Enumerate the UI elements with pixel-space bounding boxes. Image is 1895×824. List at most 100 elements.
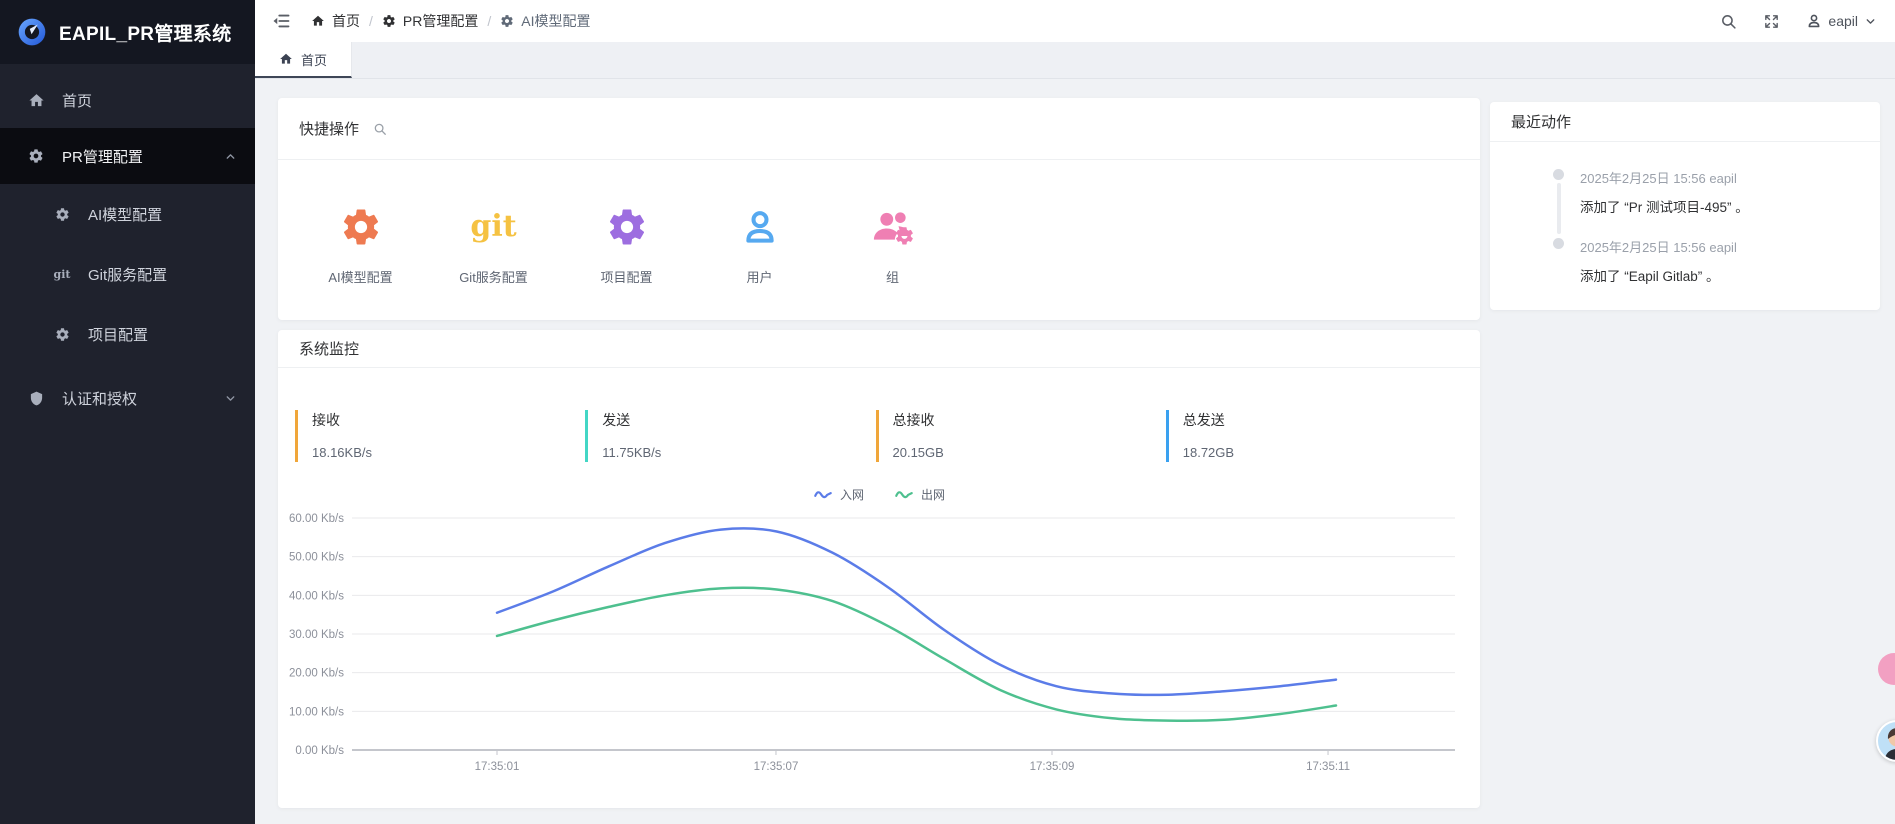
timeline-item: 2025年2月25日 15:56 eapil 添加了 “Eapil Gitlab… xyxy=(1580,237,1862,285)
svg-text:0.00 Kb/s: 0.00 Kb/s xyxy=(295,745,344,757)
stat-total-receive: 总接收 20.15GB xyxy=(876,410,1166,462)
sidebar-item-label: Git服务配置 xyxy=(88,264,167,285)
users-icon xyxy=(826,205,959,249)
breadcrumb-label: PR管理配置 xyxy=(403,11,478,31)
sidebar-item-auth[interactable]: 认证和授权 xyxy=(0,370,255,426)
avatar xyxy=(1878,722,1895,760)
stat-value: 18.72GB xyxy=(1183,445,1456,460)
breadcrumb-home[interactable]: 首页 xyxy=(311,11,360,31)
legend-label: 入网 xyxy=(840,486,864,503)
stat-label: 接收 xyxy=(312,410,585,430)
user-icon xyxy=(693,205,826,249)
user-icon xyxy=(1806,13,1822,29)
legend-label: 出网 xyxy=(921,486,945,503)
sidebar-menu: 首页 PR管理配置 AI模型配置 git Git服务配置 项目配置 认证和授权 xyxy=(0,64,255,426)
git-icon: git xyxy=(427,205,560,249)
activity-timeline: 2025年2月25日 15:56 eapil 添加了 “Pr 测试项目-495”… xyxy=(1490,142,1880,285)
sidebar: EAPIL_PR管理系统 首页 PR管理配置 AI模型配置 git Git服务配… xyxy=(0,0,255,824)
stat-value: 20.15GB xyxy=(893,445,1166,460)
stat-label: 发送 xyxy=(602,410,875,430)
svg-text:17:35:07: 17:35:07 xyxy=(754,761,799,773)
home-icon xyxy=(26,92,46,109)
card-title: 快捷操作 xyxy=(299,118,359,139)
home-icon xyxy=(279,52,293,66)
breadcrumb-ai-model-config: AI模型配置 xyxy=(500,11,590,31)
shield-icon xyxy=(26,391,46,406)
timeline-text: 添加了 “Pr 测试项目-495” 。 xyxy=(1580,196,1862,216)
recent-actions-card: 最近动作 2025年2月25日 15:56 eapil 添加了 “Pr 测试项目… xyxy=(1490,102,1880,310)
sidebar-item-project-config[interactable]: 项目配置 xyxy=(0,304,255,364)
search-icon[interactable] xyxy=(373,122,387,136)
breadcrumb-label: AI模型配置 xyxy=(521,11,590,31)
home-icon xyxy=(311,14,325,28)
shortcut-project-config[interactable]: 项目配置 xyxy=(560,205,693,286)
sidebar-item-label: 首页 xyxy=(62,90,92,111)
svg-text:30.00 Kb/s: 30.00 Kb/s xyxy=(289,629,344,641)
main-content: 快捷操作 AI模型配置 git Git服务配置 项目配置 用户 组 xyxy=(255,79,1895,824)
tab-home[interactable]: 首页 xyxy=(255,42,352,78)
shortcut-git-service-config[interactable]: git Git服务配置 xyxy=(427,205,560,286)
svg-text:20.00 Kb/s: 20.00 Kb/s xyxy=(289,668,344,680)
sidebar-item-git-service-config[interactable]: git Git服务配置 xyxy=(0,244,255,304)
network-stats: 接收 18.16KB/s 发送 11.75KB/s 总接收 20.15GB 总发… xyxy=(278,368,1480,462)
svg-text:17:35:09: 17:35:09 xyxy=(1030,761,1075,773)
timeline-time: 2025年2月25日 15:56 eapil xyxy=(1580,168,1862,187)
stat-receive: 接收 18.16KB/s xyxy=(295,410,585,462)
gear-icon xyxy=(500,14,514,28)
sidebar-item-ai-model-config[interactable]: AI模型配置 xyxy=(0,184,255,244)
legend-item-in[interactable]: 入网 xyxy=(813,486,864,503)
shortcut-label: AI模型配置 xyxy=(294,267,427,286)
timeline-time: 2025年2月25日 15:56 eapil xyxy=(1580,237,1862,256)
wave-icon xyxy=(894,488,914,501)
gear-icon xyxy=(560,205,693,249)
breadcrumb-separator: / xyxy=(369,13,373,29)
sidebar-item-pr-config[interactable]: PR管理配置 xyxy=(0,128,255,184)
system-monitor-header: 系统监控 xyxy=(278,330,1480,368)
svg-text:60.00 Kb/s: 60.00 Kb/s xyxy=(289,513,344,525)
svg-text:10.00 Kb/s: 10.00 Kb/s xyxy=(289,706,344,718)
legend-item-out[interactable]: 出网 xyxy=(894,486,945,503)
quick-actions-header: 快捷操作 xyxy=(278,98,1480,160)
fullscreen-icon[interactable] xyxy=(1763,13,1780,30)
shortcut-label: 组 xyxy=(826,267,959,286)
card-title: 系统监控 xyxy=(299,338,359,359)
shortcut-label: 项目配置 xyxy=(560,267,693,286)
sidebar-item-home[interactable]: 首页 xyxy=(0,72,255,128)
shortcut-groups[interactable]: 组 xyxy=(826,205,959,286)
stat-label: 总发送 xyxy=(1183,410,1456,430)
git-icon: git xyxy=(52,268,72,281)
sidebar-item-label: PR管理配置 xyxy=(62,146,143,167)
shortcut-ai-model-config[interactable]: AI模型配置 xyxy=(294,205,427,286)
breadcrumb-pr-config[interactable]: PR管理配置 xyxy=(382,11,478,31)
sidebar-item-label: 项目配置 xyxy=(88,324,148,345)
timeline-connector xyxy=(1557,183,1561,234)
topbar-actions: eapil xyxy=(1720,13,1877,30)
timeline-dot xyxy=(1553,238,1564,249)
app-logo-icon xyxy=(16,16,48,48)
gear-icon xyxy=(294,205,427,249)
app-logo-row[interactable]: EAPIL_PR管理系统 xyxy=(0,0,255,64)
gear-icon xyxy=(52,327,72,342)
timeline-dot xyxy=(1553,169,1564,180)
gear-icon xyxy=(26,148,46,164)
stat-label: 总接收 xyxy=(893,410,1166,430)
chevron-up-icon xyxy=(224,150,237,163)
sidebar-item-label: AI模型配置 xyxy=(88,204,162,225)
breadcrumb-label: 首页 xyxy=(332,11,360,31)
shortcut-users[interactable]: 用户 xyxy=(693,205,826,286)
sidebar-toggle-icon[interactable] xyxy=(271,11,291,31)
stat-total-send: 总发送 18.72GB xyxy=(1166,410,1456,462)
system-monitor-card: 系统监控 接收 18.16KB/s 发送 11.75KB/s 总接收 20.15… xyxy=(278,330,1480,808)
svg-text:17:35:11: 17:35:11 xyxy=(1306,761,1350,773)
chevron-down-icon xyxy=(1864,15,1877,28)
topbar: 首页 / PR管理配置 / AI模型配置 eapil xyxy=(255,0,1895,42)
shortcut-label: Git服务配置 xyxy=(427,267,560,286)
search-icon[interactable] xyxy=(1720,13,1737,30)
stat-value: 11.75KB/s xyxy=(602,445,875,460)
sidebar-item-label: 认证和授权 xyxy=(62,388,137,409)
network-line-chart: 0.00 Kb/s10.00 Kb/s20.00 Kb/s30.00 Kb/s4… xyxy=(278,502,1480,802)
card-title: 最近动作 xyxy=(1511,111,1571,132)
user-menu[interactable]: eapil xyxy=(1806,13,1877,29)
breadcrumb-separator: / xyxy=(487,13,491,29)
shortcut-label: 用户 xyxy=(693,267,826,286)
